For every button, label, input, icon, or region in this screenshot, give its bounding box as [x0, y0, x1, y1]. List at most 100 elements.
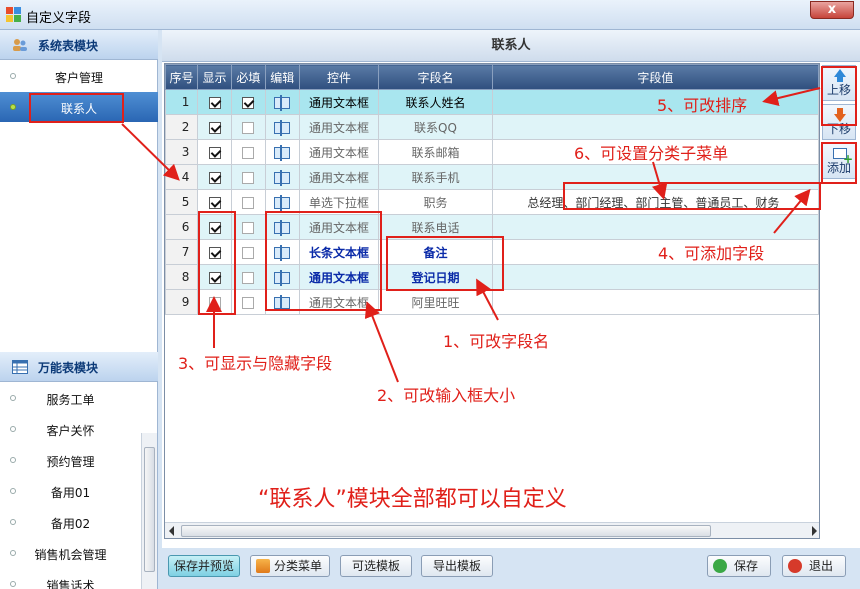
col-header-edit[interactable]: 编辑 [264, 64, 300, 90]
show-checkbox[interactable] [208, 121, 221, 134]
exit-button[interactable]: 退出 [782, 555, 846, 577]
col-header-show[interactable]: 显示 [197, 64, 232, 90]
scrollbar-thumb[interactable] [144, 447, 155, 572]
cell-control[interactable]: 通用文本框 [298, 164, 380, 190]
highlight-box [198, 211, 236, 315]
cell-required[interactable] [230, 189, 266, 215]
sidebar-item-customer-care[interactable]: 客户关怀 [0, 414, 141, 444]
table-row[interactable]: 9 通用文本框 阿里旺旺 [165, 289, 819, 315]
check-icon [713, 559, 727, 573]
cell-field-name[interactable]: 职务 [378, 189, 493, 215]
sidebar-item-label: 销售话术 [46, 579, 95, 589]
cell-show[interactable] [197, 139, 232, 165]
sidebar-item-spare02[interactable]: 备用02 [0, 507, 141, 537]
bottom-toolbar: 保存并预览 分类菜单 可选模板 导出模板 保存 退出 [162, 548, 860, 589]
cell-field-value[interactable] [491, 89, 819, 115]
show-checkbox[interactable] [208, 96, 221, 109]
optional-template-button[interactable]: 可选模板 [340, 555, 412, 577]
cell-edit[interactable] [264, 139, 300, 165]
annotation-rename: 1、可改字段名 [443, 332, 550, 351]
cell-control[interactable]: 通用文本框 [298, 89, 380, 115]
edit-icon[interactable] [274, 119, 291, 136]
sidebar-item-service-ticket[interactable]: 服务工单 [0, 383, 141, 413]
save-button[interactable]: 保存 [707, 555, 771, 577]
sidebar-item-spare01[interactable]: 备用01 [0, 476, 141, 506]
cell-edit[interactable] [264, 114, 300, 140]
category-menu-button[interactable]: 分类菜单 [250, 555, 330, 577]
required-checkbox[interactable] [242, 271, 255, 284]
system-group-header[interactable]: 系统表模块 [0, 30, 158, 60]
cell-show[interactable] [197, 114, 232, 140]
sidebar-item-sales-script[interactable]: 销售话术 [0, 569, 141, 589]
cell-field-name[interactable]: 联系手机 [378, 164, 493, 190]
required-checkbox[interactable] [242, 246, 255, 259]
required-checkbox[interactable] [242, 121, 255, 134]
cell-edit[interactable] [264, 89, 300, 115]
cell-required[interactable] [230, 239, 266, 265]
annotation-submenu: 6、可设置分类子菜单 [574, 144, 729, 163]
cell-required[interactable] [230, 289, 266, 315]
table-row[interactable]: 2 通用文本框 联系QQ [165, 114, 819, 140]
edit-icon[interactable] [274, 94, 291, 111]
sidebar-scrollbar[interactable] [141, 433, 157, 589]
cell-required[interactable] [230, 89, 266, 115]
col-header-field-name[interactable]: 字段名 [378, 64, 493, 90]
save-preview-button[interactable]: 保存并预览 [168, 555, 240, 577]
cell-edit[interactable] [264, 164, 300, 190]
sidebar-item-customer[interactable]: 客户管理 [0, 61, 158, 91]
cell-field-name[interactable]: 联系人姓名 [378, 89, 493, 115]
sidebar-item-label: 预约管理 [46, 455, 95, 469]
col-header-control[interactable]: 控件 [298, 64, 380, 90]
cell-show[interactable] [197, 89, 232, 115]
cell-seq: 2 [165, 114, 199, 140]
sidebar-item-label: 备用01 [50, 486, 91, 500]
sidebar-item-sales-opportunity[interactable]: 销售机会管理 [0, 538, 141, 568]
sidebar-item-label: 服务工单 [46, 393, 95, 407]
show-checkbox[interactable] [208, 196, 221, 209]
cell-field-value[interactable] [491, 289, 819, 315]
required-checkbox[interactable] [242, 171, 255, 184]
scroll-left-icon[interactable] [169, 526, 174, 536]
cell-show[interactable] [197, 164, 232, 190]
export-template-button[interactable]: 导出模板 [421, 555, 493, 577]
cell-required[interactable] [230, 164, 266, 190]
show-checkbox[interactable] [208, 171, 221, 184]
cell-seq: 3 [165, 139, 199, 165]
cell-field-value[interactable] [491, 264, 819, 290]
cell-required[interactable] [230, 214, 266, 240]
close-button[interactable]: x [810, 1, 854, 19]
required-checkbox[interactable] [242, 221, 255, 234]
cell-field-value[interactable] [491, 214, 819, 240]
edit-icon[interactable] [274, 194, 291, 211]
save-label: 保存 [733, 559, 758, 573]
scrollbar-thumb[interactable] [181, 525, 711, 537]
required-checkbox[interactable] [242, 96, 255, 109]
highlight-box [29, 93, 124, 123]
col-header-seq[interactable]: 序号 [165, 64, 199, 90]
cell-field-name[interactable]: 阿里旺旺 [378, 289, 493, 315]
show-checkbox[interactable] [208, 146, 221, 159]
cell-control[interactable]: 通用文本框 [298, 139, 380, 165]
cell-field-value[interactable] [491, 114, 819, 140]
sidebar-item-appointment[interactable]: 预约管理 [0, 445, 141, 475]
cell-field-value[interactable] [491, 239, 819, 265]
cell-control[interactable]: 通用文本框 [298, 114, 380, 140]
cell-required[interactable] [230, 114, 266, 140]
required-checkbox[interactable] [242, 146, 255, 159]
category-menu-label: 分类菜单 [273, 559, 322, 573]
cell-required[interactable] [230, 264, 266, 290]
edit-icon[interactable] [274, 144, 291, 161]
cell-required[interactable] [230, 139, 266, 165]
highlight-box [821, 142, 857, 184]
required-checkbox[interactable] [242, 196, 255, 209]
cell-seq: 9 [165, 289, 199, 315]
col-header-required[interactable]: 必填 [230, 64, 266, 90]
grid-horizontal-scrollbar[interactable] [165, 522, 819, 538]
cell-field-name[interactable]: 联系邮箱 [378, 139, 493, 165]
edit-icon[interactable] [274, 169, 291, 186]
cell-field-name[interactable]: 联系QQ [378, 114, 493, 140]
scroll-right-icon[interactable] [812, 526, 817, 536]
universal-group-header[interactable]: 万能表模块 [0, 352, 158, 382]
col-header-field-value[interactable]: 字段值 [491, 64, 819, 90]
required-checkbox[interactable] [242, 296, 255, 309]
